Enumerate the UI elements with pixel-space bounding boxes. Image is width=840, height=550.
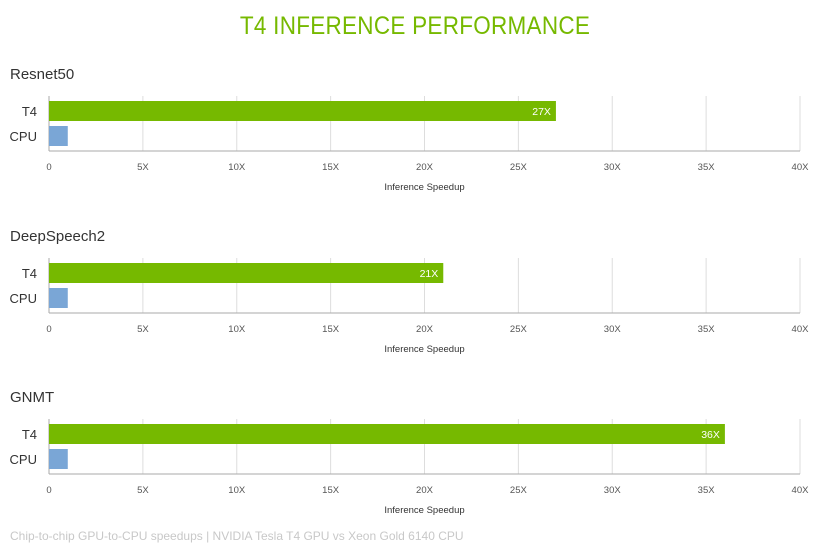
x-tick-label: 25X	[510, 324, 528, 335]
x-tick-label: 20X	[416, 162, 434, 173]
category-label: T4	[22, 104, 37, 119]
x-tick-label: 25X	[510, 162, 528, 173]
x-tick-label: 10X	[228, 324, 246, 335]
bar-t4	[49, 263, 444, 283]
bar-cpu	[49, 126, 68, 146]
bar-cpu	[49, 449, 68, 469]
x-tick-label: 35X	[698, 324, 716, 335]
x-tick-label: 30X	[604, 324, 622, 335]
data-label: 36X	[701, 429, 720, 441]
bar-cpu	[49, 288, 68, 308]
category-label: CPU	[10, 129, 37, 144]
x-tick-label: 40X	[792, 162, 810, 173]
x-tick-label: 35X	[698, 485, 716, 496]
x-tick-label: 40X	[792, 485, 810, 496]
x-tick-label: 15X	[322, 324, 340, 335]
x-tick-label: 40X	[792, 324, 810, 335]
panel-title: DeepSpeech2	[10, 228, 105, 245]
x-tick-label: 15X	[322, 162, 340, 173]
x-tick-label: 10X	[228, 162, 246, 173]
panel-title: Resnet50	[10, 66, 74, 83]
x-tick-label: 30X	[604, 485, 622, 496]
x-axis-label: Inference Speedup	[384, 344, 464, 355]
x-tick-label: 35X	[698, 162, 716, 173]
bar-t4	[49, 101, 556, 121]
x-tick-label: 30X	[604, 162, 622, 173]
panel-title: GNMT	[10, 389, 54, 406]
x-tick-label: 0	[46, 162, 51, 173]
chart-caption: Chip-to-chip GPU-to-CPU speedups | NVIDI…	[10, 529, 464, 543]
category-label: CPU	[10, 452, 37, 467]
x-tick-label: 20X	[416, 324, 434, 335]
x-tick-label: 0	[46, 324, 51, 335]
x-tick-label: 20X	[416, 485, 434, 496]
x-tick-label: 0	[46, 485, 51, 496]
x-tick-label: 5X	[137, 485, 149, 496]
x-tick-label: 5X	[137, 162, 149, 173]
data-label: 27X	[532, 106, 551, 118]
x-axis-label: Inference Speedup	[384, 182, 464, 193]
bar-t4	[49, 424, 725, 444]
category-label: CPU	[10, 291, 37, 306]
x-tick-label: 15X	[322, 485, 340, 496]
category-label: T4	[22, 427, 37, 442]
x-tick-label: 25X	[510, 485, 528, 496]
category-label: T4	[22, 266, 37, 281]
x-tick-label: 10X	[228, 485, 246, 496]
x-tick-label: 5X	[137, 324, 149, 335]
data-label: 21X	[420, 268, 439, 280]
charts-canvas: Resnet50 0 5X 10X 15X 20X 25X 30X 35X 40X T4 27X CPU…	[10, 66, 810, 516]
x-axis-label: Inference Speedup	[384, 505, 464, 516]
